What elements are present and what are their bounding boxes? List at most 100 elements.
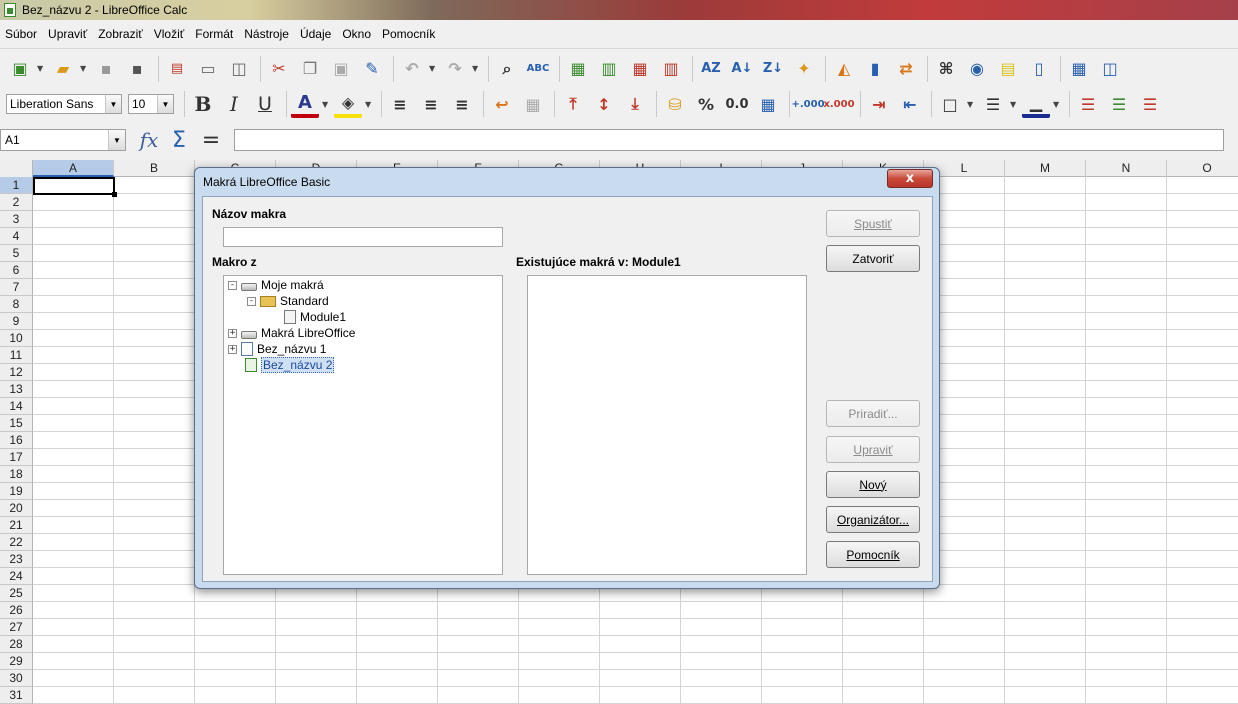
tree-item-my-macros[interactable]: - Moje makrá — [228, 277, 324, 293]
edit-button[interactable]: Upraviť — [826, 436, 920, 463]
help-button[interactable]: Pomocník — [826, 541, 920, 568]
spellcheck-icon[interactable]: ABC — [524, 55, 552, 83]
wrap-text-icon[interactable]: ↩ — [488, 90, 516, 118]
number-format-icon[interactable]: 0.0 — [723, 90, 751, 118]
formula-input[interactable] — [234, 129, 1224, 151]
add-decimal-place-icon[interactable]: +.000 — [791, 90, 824, 118]
row-header[interactable]: 6 — [0, 262, 33, 279]
open-folder-icon[interactable]: ▰ — [49, 55, 77, 83]
row-header[interactable]: 30 — [0, 670, 33, 687]
row-header[interactable]: 11 — [0, 347, 33, 364]
menu-window[interactable]: Okno — [341, 25, 372, 43]
align-bottom-icon[interactable]: ⤓ — [621, 90, 649, 118]
close-icon[interactable]: x — [887, 169, 933, 188]
sort-descending-icon[interactable]: Z↓ — [759, 55, 787, 83]
redo-icon[interactable]: ↷ — [441, 55, 469, 83]
menu-data[interactable]: Údaje — [299, 25, 332, 43]
row-header[interactable]: 2 — [0, 194, 33, 211]
align-left-icon[interactable]: ≡ — [386, 90, 414, 118]
row-header[interactable]: 4 — [0, 228, 33, 245]
underline-icon[interactable]: U — [251, 90, 279, 118]
expand-icon[interactable]: + — [228, 328, 237, 338]
paste-icon[interactable]: ▣ — [327, 55, 355, 83]
date-format-icon[interactable]: ▦ — [754, 90, 782, 118]
data-bar-icon[interactable]: ☰ — [1136, 90, 1164, 118]
delete-row-icon[interactable]: ▦ — [626, 55, 654, 83]
row-header[interactable]: 8 — [0, 296, 33, 313]
chevron-down-icon[interactable]: ▼ — [157, 95, 173, 113]
align-top-icon[interactable]: ⤒ — [559, 90, 587, 118]
name-box[interactable]: A1 ▼ — [0, 129, 126, 151]
row-header[interactable]: 20 — [0, 500, 33, 517]
sort-icon[interactable]: AZ — [697, 55, 725, 83]
delete-decimal-place-icon[interactable]: x.000 — [823, 90, 854, 118]
row-header[interactable]: 21 — [0, 517, 33, 534]
row-header[interactable]: 17 — [0, 449, 33, 466]
select-all-corner[interactable] — [0, 160, 33, 177]
insert-chart-icon[interactable]: ▮ — [861, 55, 889, 83]
row-header[interactable]: 22 — [0, 534, 33, 551]
row-header[interactable]: 9 — [0, 313, 33, 330]
insert-column-icon[interactable]: ▥ — [595, 55, 623, 83]
freeze-rows-columns-icon[interactable]: ◫ — [1096, 55, 1124, 83]
macro-library-tree[interactable]: - Moje makrá - Standard Module1 + Makrá … — [223, 275, 503, 575]
row-header[interactable]: 19 — [0, 483, 33, 500]
chevron-down-icon[interactable]: ▼ — [967, 100, 975, 109]
bold-icon[interactable]: B — [189, 90, 217, 118]
row-header[interactable]: 10 — [0, 330, 33, 347]
currency-icon[interactable]: ⛁ — [661, 90, 689, 118]
function-wizard-icon[interactable]: fx — [134, 127, 164, 153]
delete-column-icon[interactable]: ▥ — [657, 55, 685, 83]
align-center-icon[interactable]: ≡ — [417, 90, 445, 118]
tree-item-standard[interactable]: - Standard — [247, 293, 329, 309]
increase-indent-icon[interactable]: ⇥ — [865, 90, 893, 118]
collapse-icon[interactable]: - — [247, 296, 256, 306]
tree-item-libreoffice-macros[interactable]: + Makrá LibreOffice — [228, 325, 355, 341]
chevron-down-icon[interactable]: ▼ — [37, 64, 45, 73]
menu-edit[interactable]: Upraviť — [47, 25, 88, 43]
tree-item-document-2[interactable]: Bez_názvu 2 — [245, 357, 335, 373]
copy-icon[interactable]: ❐ — [296, 55, 324, 83]
row-header[interactable]: 26 — [0, 602, 33, 619]
menu-insert[interactable]: Vložiť — [153, 25, 186, 43]
row-header[interactable]: 16 — [0, 432, 33, 449]
run-button[interactable]: Spustiť — [826, 210, 920, 237]
new-button[interactable]: Nový — [826, 471, 920, 498]
print-icon[interactable]: ▭ — [194, 55, 222, 83]
new-document-icon[interactable]: ▣ — [6, 55, 34, 83]
row-header[interactable]: 14 — [0, 398, 33, 415]
tree-item-document-1[interactable]: + Bez_názvu 1 — [228, 341, 326, 357]
save-as-icon[interactable]: ▪ — [123, 55, 151, 83]
row-header[interactable]: 25 — [0, 585, 33, 602]
chevron-down-icon[interactable]: ▼ — [429, 64, 437, 73]
highlight-color-icon[interactable]: ◈ — [334, 90, 362, 118]
define-print-area-icon[interactable]: ▦ — [1065, 55, 1093, 83]
chevron-down-icon[interactable]: ▼ — [1053, 100, 1061, 109]
borders-icon[interactable]: □ — [936, 90, 964, 118]
align-right-icon[interactable]: ≡ — [448, 90, 476, 118]
export-pdf-icon[interactable]: ▤ — [163, 55, 191, 83]
row-header[interactable]: 18 — [0, 466, 33, 483]
menu-file[interactable]: Súbor — [4, 25, 38, 43]
font-color-icon[interactable]: A — [291, 90, 319, 118]
border-style-icon[interactable]: ☰ — [979, 90, 1007, 118]
font-name-box[interactable]: Liberation Sans ▼ — [6, 94, 122, 114]
conditional-format-icon[interactable]: ☰ — [1074, 90, 1102, 118]
chevron-down-icon[interactable]: ▼ — [1010, 100, 1018, 109]
row-header[interactable]: 24 — [0, 568, 33, 585]
merge-cells-icon[interactable]: ▦ — [519, 90, 547, 118]
undo-icon[interactable]: ↶ — [398, 55, 426, 83]
insert-image-icon[interactable]: ◭ — [830, 55, 858, 83]
row-header[interactable]: 31 — [0, 687, 33, 704]
chevron-down-icon[interactable]: ▼ — [108, 130, 125, 150]
row-header[interactable]: 15 — [0, 415, 33, 432]
pivot-table-icon[interactable]: ⇄ — [892, 55, 920, 83]
tree-item-module1[interactable]: Module1 — [284, 309, 346, 325]
column-header[interactable]: B — [114, 160, 195, 177]
row-header[interactable]: 5 — [0, 245, 33, 262]
chevron-down-icon[interactable]: ▼ — [365, 100, 373, 109]
row-header[interactable]: 28 — [0, 636, 33, 653]
sum-icon[interactable]: Σ — [164, 127, 194, 153]
save-icon[interactable]: ▪ — [92, 55, 120, 83]
row-header[interactable]: 29 — [0, 653, 33, 670]
